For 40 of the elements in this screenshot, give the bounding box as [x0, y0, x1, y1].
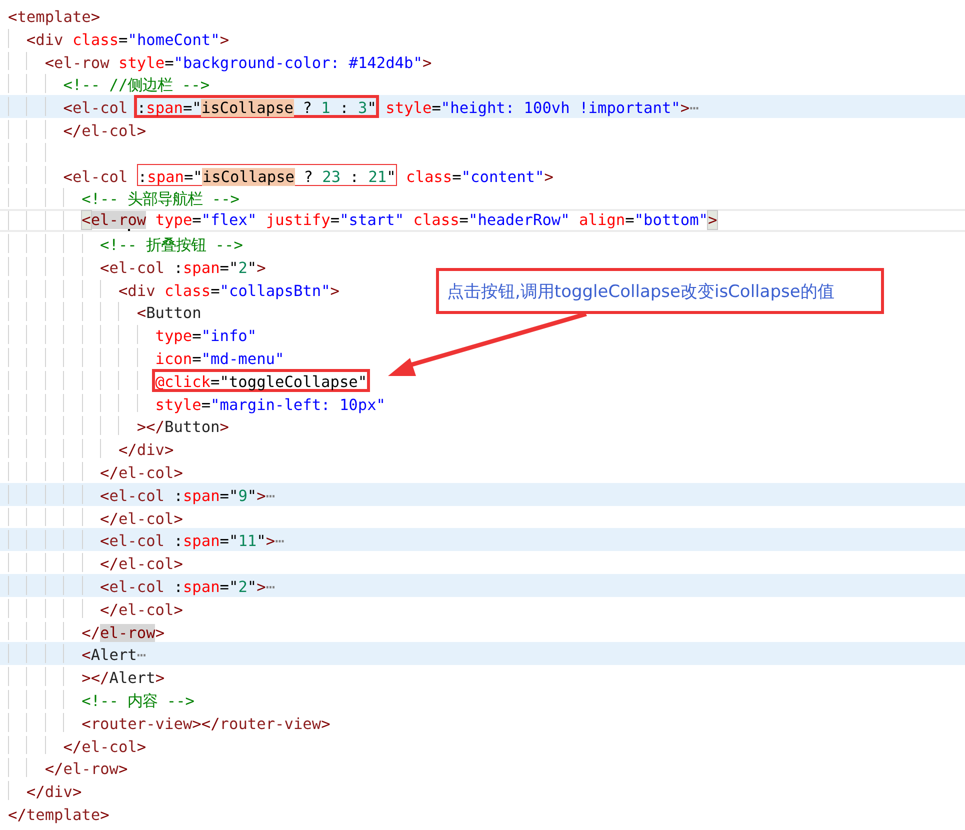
code-text: <div class="collapsBtn">	[118, 280, 340, 298]
code-text: <!-- //侧边栏 -->	[63, 75, 210, 94]
code-text: ></Alert>	[82, 668, 165, 686]
callout-note: 点击按钮,调用toggleCollapse改变isCollapse的值	[436, 268, 884, 314]
code-text: <!-- 折叠按钮 -->	[100, 234, 243, 253]
code-text: <template>	[8, 7, 100, 25]
code-text: <el-row type="flex" justify="start" class="headerRow" align="bottom">	[82, 211, 718, 230]
code-text: </div>	[118, 440, 174, 458]
code-text: </template>	[8, 804, 110, 823]
code-text: </el-col>	[100, 508, 183, 526]
code-text: icon="md-menu"	[155, 348, 284, 367]
code-text: </div>	[26, 782, 82, 800]
code-text: </el-col>	[100, 600, 183, 618]
code-text: </el-col>	[100, 462, 183, 481]
code-text: <!-- 内容 -->	[82, 690, 195, 709]
code-text: <Alert⋯	[82, 645, 146, 664]
code-text: <Button	[136, 303, 202, 322]
code-text: style="height: 100vh !important">⋯	[384, 98, 699, 116]
code-text: </el-row>	[82, 622, 165, 640]
code-text: </el-col>	[63, 120, 146, 139]
code-text: </el-row>	[44, 759, 128, 778]
code-text: <el-col	[63, 166, 129, 184]
code-text: <el-col	[63, 98, 129, 116]
code-text: class="content">	[405, 166, 554, 184]
annotation-box: @click="toggleCollapse"	[152, 368, 370, 392]
code-text: <!-- 头部导航栏 -->	[82, 189, 240, 208]
code-text: <el-row style="background-color: #142d4b">	[44, 52, 432, 70]
annotation-box: :span="isCollapse ? 23 : 21"	[136, 164, 397, 186]
code-text: ></Button>	[136, 417, 229, 436]
code-text: style="margin-left: 10px"	[155, 394, 386, 412]
code-text: <router-view></router-view>	[82, 714, 330, 732]
code-text: <el-col :span="2">⋯	[100, 576, 276, 595]
code-text: type="info"	[155, 326, 257, 344]
code-text: </el-col>	[63, 736, 146, 754]
annotation-box: :span="isCollapse ? 1 : 3"	[134, 95, 380, 118]
code-text: <el-col :span="2">	[100, 258, 266, 276]
code-text: <div class="homeCont">	[26, 30, 230, 48]
code-text: <el-col :span="9">⋯	[100, 486, 276, 504]
code-text: <el-col :span="11">⋯	[100, 531, 284, 550]
code-text: </el-col>	[100, 554, 183, 572]
